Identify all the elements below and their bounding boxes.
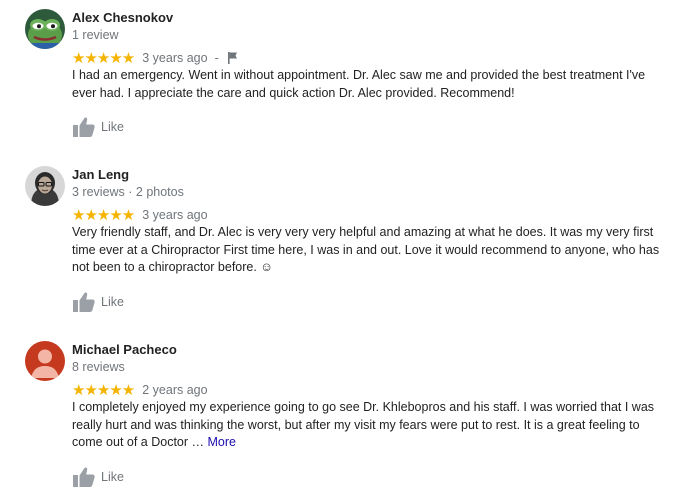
- separator-dash: -: [214, 51, 219, 65]
- thumbs-up-icon: [73, 292, 95, 312]
- like-button[interactable]: Like: [73, 467, 124, 487]
- star-rating: ★★★★★: [72, 49, 135, 67]
- review-text: I had an emergency. Went in without appo…: [72, 68, 646, 100]
- rating-row: ★★★★★ 3 years ago -: [72, 50, 240, 66]
- reviewer-name[interactable]: Michael Pacheco: [72, 342, 177, 357]
- like-label: Like: [101, 120, 124, 134]
- reviewer-name[interactable]: Alex Chesnokov: [72, 10, 173, 25]
- flag-icon[interactable]: [226, 51, 240, 65]
- review-age: 3 years ago: [142, 51, 208, 65]
- review-age: 2 years ago: [142, 383, 208, 397]
- reviewer-meta[interactable]: 1 review: [72, 28, 119, 42]
- review-text: Very friendly staff, and Dr. Alec is ver…: [72, 225, 660, 275]
- thumbs-up-icon: [73, 117, 95, 137]
- thumbs-up-icon: [73, 467, 95, 487]
- star-rating: ★★★★★: [72, 206, 135, 224]
- like-button[interactable]: Like: [73, 117, 124, 137]
- photo-avatar[interactable]: [25, 166, 65, 206]
- review-age: 3 years ago: [142, 208, 208, 222]
- rating-row: ★★★★★ 3 years ago: [72, 207, 208, 223]
- rating-row: ★★★★★ 2 years ago: [72, 382, 208, 398]
- frog-avatar-icon[interactable]: [25, 9, 65, 49]
- reviewer-name[interactable]: Jan Leng: [72, 167, 129, 182]
- like-label: Like: [101, 295, 124, 309]
- like-button[interactable]: Like: [73, 292, 124, 312]
- star-rating: ★★★★★: [72, 381, 135, 399]
- review-text: I completely enjoyed my experience going…: [72, 399, 672, 452]
- person-silhouette-icon[interactable]: [25, 341, 65, 381]
- reviewer-meta[interactable]: 3 reviews · 2 photos: [72, 185, 184, 199]
- review-text-content: I completely enjoyed my experience going…: [72, 400, 655, 450]
- like-label: Like: [101, 470, 124, 484]
- more-link[interactable]: More: [208, 435, 236, 449]
- reviewer-meta[interactable]: 8 reviews: [72, 360, 125, 374]
